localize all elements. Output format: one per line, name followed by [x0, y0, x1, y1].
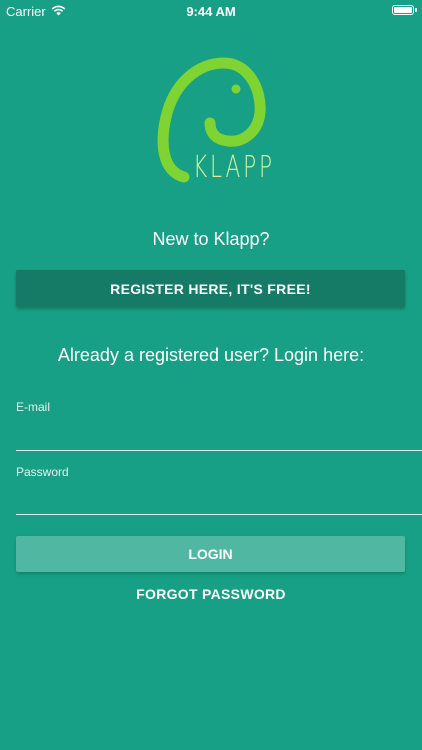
email-field[interactable] [16, 421, 422, 451]
login-prompt: Already a registered user? Login here: [57, 345, 365, 365]
password-label: Password [16, 465, 69, 479]
forgot-password-link[interactable]: FORGOT PASSWORD [0, 586, 422, 602]
register-button[interactable]: REGISTER HERE, IT'S FREE! [16, 270, 405, 307]
battery-fill [394, 7, 412, 13]
status-bar: Carrier 9:44 AM [0, 0, 422, 22]
battery-icon [392, 5, 417, 15]
register-prompt: New to Klapp? [152, 229, 270, 249]
status-time: 9:44 AM [186, 4, 236, 19]
password-field[interactable] [16, 485, 422, 515]
logo-text: KLAPP [193, 150, 275, 185]
login-button[interactable]: LOGIN [16, 536, 405, 572]
status-right [392, 5, 417, 15]
email-label: E-mail [16, 400, 51, 414]
